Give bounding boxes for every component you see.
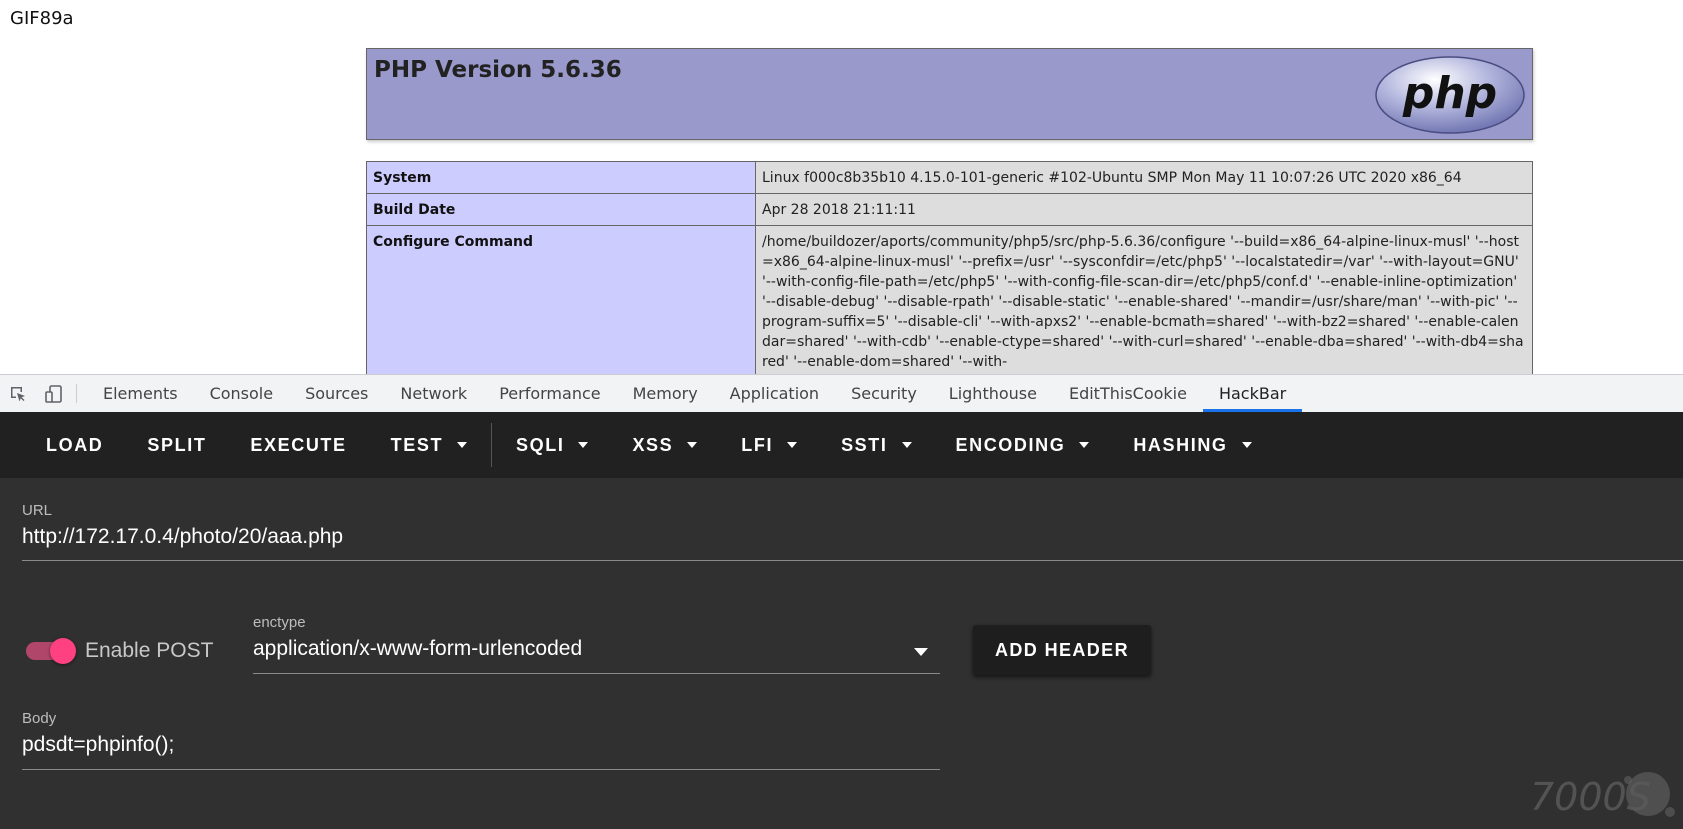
encoding-menu-button[interactable]: ENCODING (934, 423, 1112, 467)
lfi-menu-button[interactable]: LFI (719, 423, 819, 467)
test-menu-button[interactable]: TEST (369, 423, 489, 467)
url-input[interactable]: http://172.17.0.4/photo/20/aaa.php (22, 525, 343, 549)
tab-security[interactable]: Security (835, 375, 933, 412)
table-row: Build Date Apr 28 2018 21:11:11 (366, 193, 1533, 226)
tab-performance[interactable]: Performance (483, 375, 616, 412)
gif-header-text: GIF89a (10, 8, 74, 29)
ssti-label: SSTI (841, 434, 888, 455)
php-info-table: System Linux f000c8b35b10 4.15.0-101-gen… (366, 161, 1533, 374)
sqli-label: SQLI (516, 434, 565, 455)
tab-elements[interactable]: Elements (87, 375, 194, 412)
watermark-text: 7000S (1530, 775, 1651, 819)
split-label: SPLIT (147, 434, 207, 455)
info-value: Apr 28 2018 21:11:11 (755, 193, 1533, 226)
inspect-element-icon[interactable] (0, 375, 36, 412)
caret-down-icon (1241, 442, 1252, 448)
encoding-label: ENCODING (955, 434, 1066, 455)
execute-label: EXECUTE (250, 434, 347, 455)
hackbar-toolbar: LOAD SPLIT EXECUTE TEST SQLI XSS LFI SST… (0, 412, 1683, 478)
url-label: URL (22, 502, 53, 519)
load-label: LOAD (46, 434, 104, 455)
ssti-menu-button[interactable]: SSTI (819, 423, 933, 467)
caret-down-icon (787, 442, 798, 448)
url-underline (22, 560, 1683, 561)
hashing-menu-button[interactable]: HASHING (1111, 423, 1273, 467)
enctype-label: enctype (253, 614, 306, 631)
hashing-label: HASHING (1133, 434, 1228, 455)
add-header-label: ADD HEADER (994, 639, 1129, 660)
table-row: System Linux f000c8b35b10 4.15.0-101-gen… (366, 161, 1533, 194)
tab-application[interactable]: Application (714, 375, 835, 412)
lfi-label: LFI (741, 434, 774, 455)
caret-down-icon (578, 442, 589, 448)
info-value: Linux f000c8b35b10 4.15.0-101-generic #1… (755, 161, 1533, 194)
device-toolbar-icon[interactable] (36, 375, 72, 412)
php-logo: php (1375, 56, 1525, 134)
devtools-tab-bar: Elements Console Sources Network Perform… (0, 374, 1683, 412)
info-key: Configure Command (366, 225, 756, 374)
php-version-banner: PHP Version 5.6.36 php (366, 48, 1533, 140)
watermark-logo: 7000S (1530, 772, 1675, 819)
php-logo-text: php (1402, 68, 1497, 119)
page-content: GIF89a PHP Version 5.6.36 php System Lin… (0, 0, 1683, 374)
caret-down-icon (1079, 442, 1090, 448)
info-key: System (366, 161, 756, 194)
php-version-title: PHP Version 5.6.36 (374, 57, 622, 83)
load-button[interactable]: LOAD (24, 423, 125, 467)
info-key: Build Date (366, 193, 756, 226)
body-underline (22, 769, 940, 770)
tab-hackbar[interactable]: HackBar (1202, 375, 1303, 412)
caret-down-icon (457, 442, 468, 448)
body-label: Body (22, 710, 57, 727)
add-header-button[interactable]: ADD HEADER (973, 625, 1151, 675)
enable-post-label: Enable POST (85, 639, 214, 662)
enctype-underline (253, 673, 940, 674)
tab-memory[interactable]: Memory (617, 375, 714, 412)
enable-post-toggle[interactable] (24, 638, 76, 664)
body-input[interactable]: pdsdt=phpinfo(); (22, 733, 174, 757)
execute-button[interactable]: EXECUTE (228, 423, 368, 467)
tab-sources[interactable]: Sources (289, 375, 384, 412)
xss-menu-button[interactable]: XSS (610, 423, 719, 467)
caret-down-icon (901, 442, 912, 448)
toolbar-divider (491, 423, 493, 467)
tab-editthiscookie[interactable]: EditThisCookie (1053, 375, 1203, 412)
info-value: /home/buildozer/aports/community/php5/sr… (755, 225, 1533, 374)
xss-label: XSS (632, 434, 674, 455)
tab-separator (76, 384, 77, 403)
hackbar-panel: LOAD SPLIT EXECUTE TEST SQLI XSS LFI SST… (0, 412, 1683, 829)
sqli-menu-button[interactable]: SQLI (494, 423, 610, 467)
tab-lighthouse[interactable]: Lighthouse (933, 375, 1053, 412)
split-button[interactable]: SPLIT (125, 423, 228, 467)
caret-down-icon (687, 442, 698, 448)
enctype-select[interactable]: application/x-www-form-urlencoded (253, 637, 582, 661)
table-row: Configure Command /home/buildozer/aports… (366, 225, 1533, 374)
toggle-thumb (50, 638, 76, 664)
tab-console[interactable]: Console (194, 375, 290, 412)
tab-network[interactable]: Network (384, 375, 483, 412)
test-label: TEST (390, 434, 444, 455)
dropdown-arrow-icon[interactable] (914, 648, 928, 656)
